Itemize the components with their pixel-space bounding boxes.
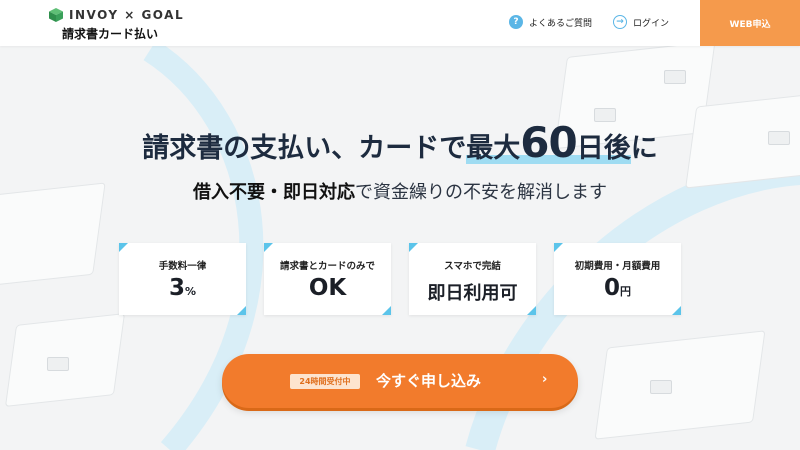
feature-number: 3 bbox=[168, 275, 185, 301]
headline-prefix: 請求書の支払い、カードで bbox=[142, 133, 467, 164]
site-logo[interactable]: INVOY × GOAL 請求書カード払い bbox=[49, 7, 185, 41]
headline-suffix: に bbox=[630, 133, 658, 164]
feature-number: 即日利用可 bbox=[427, 283, 518, 304]
feature-value: OK bbox=[264, 275, 391, 301]
faq-link[interactable]: ? よくあるご質問 bbox=[509, 15, 592, 29]
login-label: ログイン bbox=[633, 18, 670, 29]
feature-unit: 円 bbox=[620, 285, 631, 298]
feature-card-cost: 初期費用・月額費用 0円 bbox=[554, 243, 681, 315]
feature-title: 初期費用・月額費用 bbox=[574, 261, 661, 272]
feature-value: 即日利用可 bbox=[409, 279, 536, 305]
apply-now-label: 今すぐ申し込み bbox=[376, 372, 482, 390]
subheadline-bold: 借入不要・即日対応 bbox=[193, 182, 355, 203]
feature-card-smartphone: スマホで完結 即日利用可 bbox=[409, 243, 536, 315]
card-chip bbox=[650, 380, 672, 394]
web-apply-button[interactable]: WEB申込 bbox=[700, 0, 800, 46]
headline-highlight-a: 最大 bbox=[466, 133, 521, 164]
logo-text: INVOY × GOAL bbox=[69, 8, 185, 22]
faq-label: よくあるご質問 bbox=[529, 18, 593, 29]
feature-card-requirements: 請求書とカードのみで OK bbox=[264, 243, 391, 315]
subheadline-rest: で資金繰りの不安を解消します bbox=[355, 182, 607, 203]
feature-title: 請求書とカードのみで bbox=[279, 261, 375, 272]
apply-now-button[interactable]: 24時間受付中 今すぐ申し込み › bbox=[222, 354, 578, 408]
feature-number: 0 bbox=[603, 275, 620, 301]
logo-subtitle: 請求書カード払い bbox=[62, 27, 159, 41]
login-link[interactable]: → ログイン bbox=[613, 15, 669, 29]
site-header: INVOY × GOAL 請求書カード払い ? よくあるご質問 → ログイン W… bbox=[0, 0, 800, 46]
headline-highlight-b: 日後 bbox=[576, 133, 631, 164]
feature-number: OK bbox=[308, 275, 347, 301]
feature-title: スマホで完結 bbox=[444, 261, 501, 272]
headline-number: 60 bbox=[520, 118, 577, 167]
hero-headline: 請求書の支払い、カードで 最大60日後に bbox=[0, 118, 800, 167]
feature-value: 0円 bbox=[554, 275, 681, 301]
feature-card-fee: 手数料一律 3% bbox=[119, 243, 246, 315]
decor-card bbox=[594, 330, 766, 440]
chevron-right-icon: › bbox=[542, 372, 548, 387]
headline-highlight: 最大60日後 bbox=[466, 118, 631, 167]
card-chip bbox=[664, 70, 686, 84]
question-icon: ? bbox=[509, 15, 523, 29]
login-arrow-icon: → bbox=[613, 15, 627, 29]
card-chip bbox=[47, 357, 69, 371]
hero-subheadline: 借入不要・即日対応で資金繰りの不安を解消します bbox=[0, 178, 800, 204]
24h-badge: 24時間受付中 bbox=[290, 374, 360, 389]
feature-unit: % bbox=[184, 285, 197, 298]
feature-value: 3% bbox=[119, 275, 246, 301]
feature-title: 手数料一律 bbox=[158, 261, 207, 272]
logo-cube-icon bbox=[49, 8, 63, 22]
